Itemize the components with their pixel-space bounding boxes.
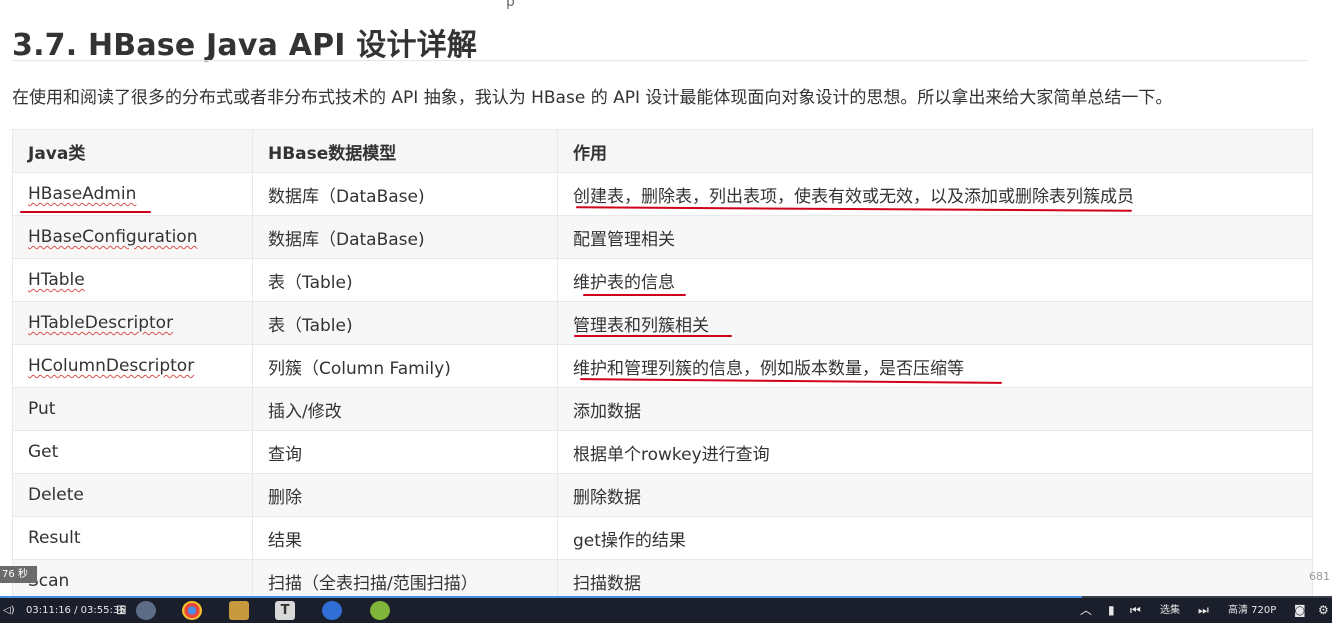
intro-paragraph: 在使用和阅读了很多的分布式或者非分布式技术的 API 抽象，我认为 HBase … bbox=[12, 88, 1173, 108]
cell-class: HTable bbox=[12, 258, 253, 302]
cell-model: 表（Table) bbox=[252, 258, 558, 302]
page-title: 3.7. HBase Java API 设计详解 bbox=[12, 28, 478, 63]
table-header-row: Java类 HBase数据模型 作用 bbox=[12, 129, 1313, 173]
cell-role: 配置管理相关 bbox=[557, 215, 1313, 259]
app-icon-green[interactable] bbox=[370, 601, 390, 620]
select-episode-button[interactable]: 选集 bbox=[1160, 598, 1180, 623]
annotation-underline bbox=[583, 294, 686, 296]
typora-icon[interactable]: T bbox=[275, 601, 295, 620]
cutoff-text: p bbox=[506, 0, 515, 10]
cell-model: 数据库（DataBase) bbox=[252, 172, 558, 216]
table-row: Scan 扫描（全表扫描/范围扫描） 扫描数据 bbox=[12, 559, 1313, 598]
class-name: HBaseAdmin bbox=[28, 184, 137, 204]
cell-class: HBaseAdmin bbox=[12, 172, 253, 216]
playback-time: 03:11:16 / 03:55:35 bbox=[26, 605, 126, 616]
cell-class: Delete bbox=[12, 473, 253, 517]
cell-model: 结果 bbox=[252, 516, 558, 560]
cell-class: HColumnDescriptor bbox=[12, 344, 253, 388]
cell-role: 根据单个rowkey进行查询 bbox=[557, 430, 1313, 474]
cell-model: 插入/修改 bbox=[252, 387, 558, 431]
quality-button[interactable]: 高清 720P bbox=[1228, 598, 1276, 623]
cell-model: 表（Table) bbox=[252, 301, 558, 345]
cell-model: 查询 bbox=[252, 430, 558, 474]
video-control-bar: ◁) 03:11:16 / 03:55:35 ⊞ T ︿ ▮ ⏮ 选集 ⏭ 高清… bbox=[0, 598, 1332, 623]
class-name: HTableDescriptor bbox=[28, 313, 174, 333]
app-icon[interactable] bbox=[136, 601, 156, 620]
chrome-icon[interactable] bbox=[182, 601, 202, 620]
table-row: Put 插入/修改 添加数据 bbox=[12, 387, 1313, 431]
table-row: Get 查询 根据单个rowkey进行查询 bbox=[12, 430, 1313, 474]
title-divider bbox=[12, 60, 1308, 61]
class-name: HBaseConfiguration bbox=[28, 227, 198, 247]
class-name: HColumnDescriptor bbox=[28, 356, 195, 376]
settings-icon[interactable]: ⚙ bbox=[1318, 598, 1329, 623]
cell-role: get操作的结果 bbox=[557, 516, 1313, 560]
cell-role: 扫描数据 bbox=[557, 559, 1313, 598]
cell-class: Put bbox=[12, 387, 253, 431]
header-role: 作用 bbox=[557, 129, 1313, 173]
screenshot-icon[interactable]: ◙ bbox=[1294, 598, 1306, 623]
annotation-underline bbox=[20, 211, 151, 213]
cell-class: Scan bbox=[12, 559, 253, 598]
cell-model: 扫描（全表扫描/范围扫描） bbox=[252, 559, 558, 598]
cell-class: Result bbox=[12, 516, 253, 560]
document-page: p 3.7. HBase Java API 设计详解 在使用和阅读了很多的分布式… bbox=[0, 0, 1332, 598]
side-counter: 681 bbox=[1309, 570, 1330, 583]
cell-model: 数据库（DataBase) bbox=[252, 215, 558, 259]
header-java-class: Java类 bbox=[12, 129, 253, 173]
table-row: Result 结果 get操作的结果 bbox=[12, 516, 1313, 560]
header-data-model: HBase数据模型 bbox=[252, 129, 558, 173]
cell-model: 列簇（Column Family) bbox=[252, 344, 558, 388]
cell-class: Get bbox=[12, 430, 253, 474]
media-icon[interactable] bbox=[322, 601, 342, 620]
chevron-up-icon[interactable]: ︿ bbox=[1080, 598, 1092, 623]
volume-icon[interactable]: ◁) bbox=[3, 598, 15, 623]
previous-icon[interactable]: ⏮ bbox=[1130, 598, 1141, 623]
volume-slider-icon[interactable]: ▮ bbox=[1108, 598, 1115, 623]
table-row: HBaseConfiguration 数据库（DataBase) 配置管理相关 bbox=[12, 215, 1313, 259]
api-table: Java类 HBase数据模型 作用 HBaseAdmin 数据库（DataBa… bbox=[12, 129, 1313, 598]
next-icon[interactable]: ⏭ bbox=[1198, 598, 1209, 623]
table-row: Delete 删除 删除数据 bbox=[12, 473, 1313, 517]
annotation-underline bbox=[574, 335, 732, 337]
cell-model: 删除 bbox=[252, 473, 558, 517]
table-row: HTableDescriptor 表（Table) 管理表和列簇相关 bbox=[12, 301, 1313, 345]
folder-icon[interactable] bbox=[229, 601, 249, 620]
cell-class: HTableDescriptor bbox=[12, 301, 253, 345]
cell-role: 管理表和列簇相关 bbox=[557, 301, 1313, 345]
table-row: HColumnDescriptor 列簇（Column Family) 维护和管… bbox=[12, 344, 1313, 388]
side-timer-badge: 76 秒 bbox=[0, 566, 37, 583]
class-name: HTable bbox=[28, 270, 85, 290]
cell-role: 添加数据 bbox=[557, 387, 1313, 431]
cell-class: HBaseConfiguration bbox=[12, 215, 253, 259]
grid-icon[interactable]: ⊞ bbox=[116, 598, 127, 623]
cell-role: 删除数据 bbox=[557, 473, 1313, 517]
